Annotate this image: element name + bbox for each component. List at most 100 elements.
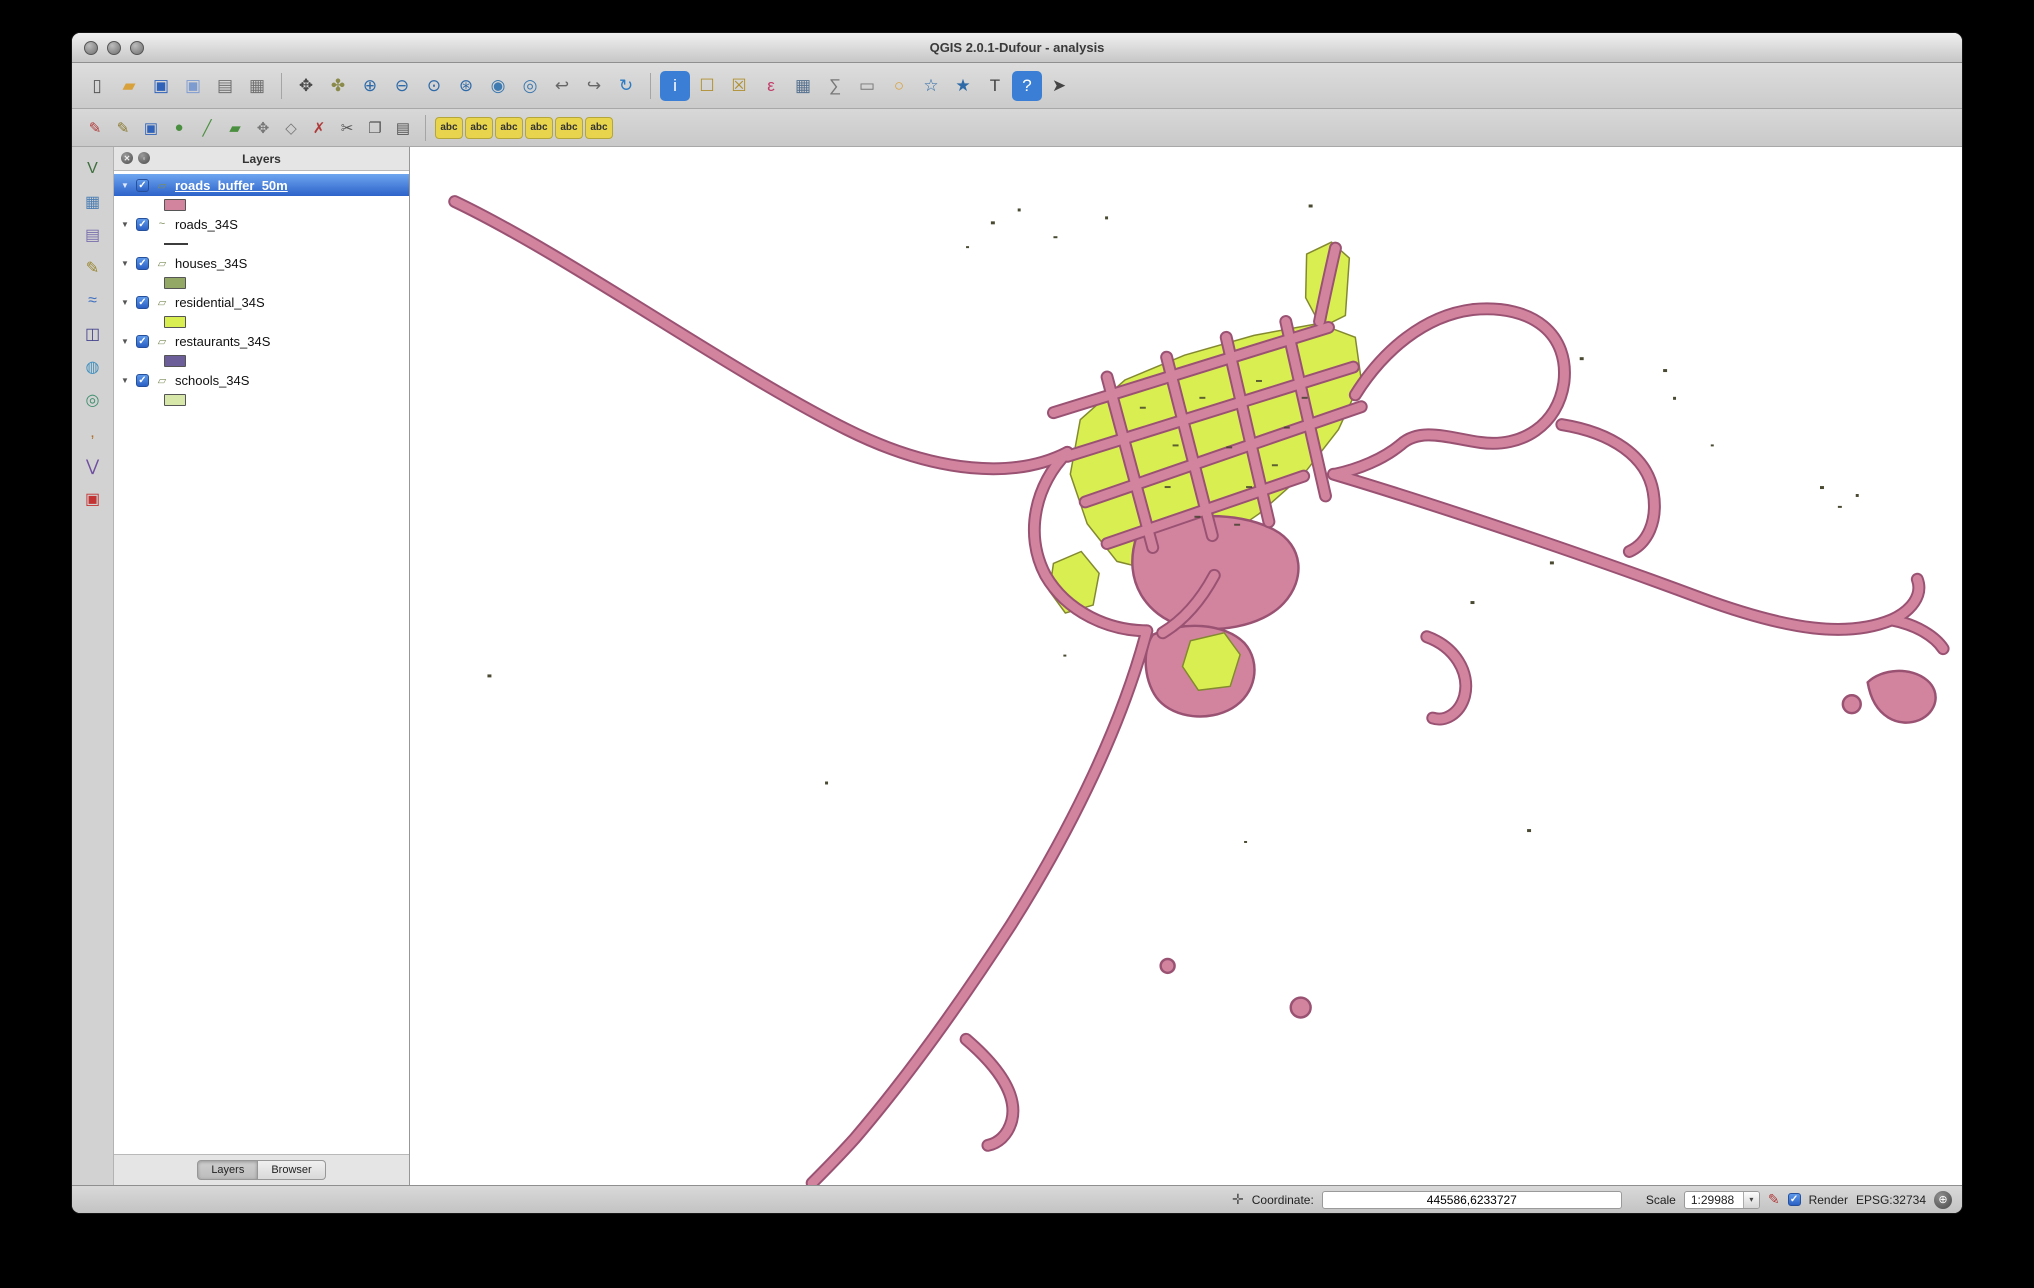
- coordinate-input[interactable]: [1321, 1190, 1622, 1209]
- layer-visibility-checkbox[interactable]: ✓: [136, 334, 149, 348]
- help-icon[interactable]: ?: [1012, 70, 1042, 101]
- add-spatialite-layer-icon[interactable]: ≈: [79, 287, 107, 315]
- symbol-swatch[interactable]: [164, 315, 186, 328]
- layer-row[interactable]: ▼ ✓ ▱ schools_34S: [114, 369, 409, 391]
- composer-manager-icon[interactable]: ▦: [242, 71, 272, 101]
- tab-browser[interactable]: Browser: [258, 1160, 326, 1180]
- add-postgis-layer-icon[interactable]: ◫: [79, 320, 107, 348]
- copy-features-icon[interactable]: ❐: [362, 115, 388, 141]
- select-features-icon[interactable]: ☐: [692, 71, 722, 101]
- layer-visibility-checkbox[interactable]: ✓: [136, 295, 149, 309]
- scale-edit-icon[interactable]: ✎: [1768, 1191, 1780, 1208]
- disclosure-triangle-icon[interactable]: ▼: [120, 337, 130, 346]
- disclosure-triangle-icon[interactable]: ▼: [120, 181, 130, 190]
- new-shapefile-layer-icon[interactable]: ✎: [79, 254, 107, 282]
- disclosure-triangle-icon[interactable]: ▼: [120, 376, 130, 385]
- layer-label[interactable]: roads_buffer_50m: [175, 178, 288, 193]
- toggle-editing-icon[interactable]: ✎: [110, 115, 136, 141]
- scale-combo[interactable]: 1:29988 ▾: [1683, 1190, 1760, 1209]
- zoom-full-icon[interactable]: ⊛: [451, 71, 481, 101]
- scale-value[interactable]: 1:29988: [1685, 1193, 1743, 1207]
- refresh-icon[interactable]: ↻: [611, 71, 641, 101]
- add-wcs-layer-icon[interactable]: ◎: [79, 386, 107, 414]
- delete-selected-icon[interactable]: ✗: [306, 115, 332, 141]
- show-bookmarks-icon[interactable]: ★: [948, 71, 978, 101]
- symbol-swatch[interactable]: [164, 198, 186, 211]
- deselect-features-icon[interactable]: ☒: [724, 71, 754, 101]
- symbol-swatch[interactable]: [164, 354, 186, 367]
- add-wfs-layer-icon[interactable]: ⋁: [79, 452, 107, 480]
- zoom-to-selection-icon[interactable]: ◉: [483, 71, 513, 101]
- current-edits-icon[interactable]: ✎: [82, 115, 108, 141]
- zoom-to-layer-icon[interactable]: ◎: [515, 71, 545, 101]
- layer-visibility-checkbox[interactable]: ✓: [136, 217, 149, 231]
- labeling-options-icon[interactable]: abc: [435, 116, 463, 139]
- open-attribute-table-icon[interactable]: ▦: [788, 71, 818, 101]
- add-wms-layer-icon[interactable]: ◍: [79, 353, 107, 381]
- save-project-as-icon[interactable]: ▣: [178, 71, 208, 101]
- disclosure-triangle-icon[interactable]: ▼: [120, 298, 130, 307]
- new-print-composer-icon[interactable]: ▤: [210, 71, 240, 101]
- zoom-window-icon[interactable]: [130, 41, 144, 55]
- layer-visibility-checkbox[interactable]: ✓: [136, 373, 149, 387]
- identify-features-icon[interactable]: i: [660, 70, 690, 101]
- zoom-in-icon[interactable]: ⊕: [355, 71, 385, 101]
- save-project-icon[interactable]: ▣: [146, 71, 176, 101]
- add-delimited-text-layer-icon[interactable]: ,: [79, 419, 107, 447]
- symbol-swatch[interactable]: [164, 276, 186, 289]
- render-checkbox[interactable]: ✓: [1787, 1193, 1801, 1206]
- symbol-swatch[interactable]: [164, 393, 186, 406]
- close-window-icon[interactable]: [84, 41, 98, 55]
- select-by-expression-icon[interactable]: ε: [756, 71, 786, 101]
- close-panel-icon[interactable]: ✕: [121, 152, 133, 164]
- title-bar[interactable]: QGIS 2.0.1-Dufour - analysis: [72, 33, 1962, 63]
- new-bookmark-icon[interactable]: ☆: [916, 71, 946, 101]
- minimize-window-icon[interactable]: [107, 41, 121, 55]
- open-project-icon[interactable]: ▰: [114, 71, 144, 101]
- save-layer-edits-icon[interactable]: ▣: [138, 115, 164, 141]
- disclosure-triangle-icon[interactable]: ▼: [120, 220, 130, 229]
- text-annotation-icon[interactable]: T: [980, 71, 1010, 101]
- field-calculator-icon[interactable]: ∑: [820, 71, 850, 101]
- label-rotation-icon[interactable]: abc: [585, 116, 613, 139]
- new-project-icon[interactable]: ▯: [82, 71, 112, 101]
- add-vector-layer-icon[interactable]: V: [79, 155, 107, 183]
- paste-features-icon[interactable]: ▤: [390, 115, 416, 141]
- symbol-swatch[interactable]: [164, 242, 188, 245]
- remove-layer-icon[interactable]: ▣: [79, 485, 107, 513]
- zoom-last-icon[interactable]: ↩: [547, 71, 577, 101]
- disclosure-triangle-icon[interactable]: ▼: [120, 259, 130, 268]
- node-tool-icon[interactable]: ◇: [278, 115, 304, 141]
- layer-visibility-checkbox[interactable]: ✓: [136, 178, 149, 192]
- crs-status-icon[interactable]: ⊕: [1934, 1190, 1952, 1209]
- map-tips-icon[interactable]: ○: [884, 71, 914, 101]
- layer-label[interactable]: roads_34S: [175, 217, 238, 232]
- zoom-out-icon[interactable]: ⊖: [387, 71, 417, 101]
- add-feature-point-icon[interactable]: ●: [166, 115, 192, 141]
- layer-row[interactable]: ▼ ✓ ▱ roads_buffer_50m: [114, 174, 409, 196]
- layer-label[interactable]: schools_34S: [175, 373, 249, 388]
- measure-icon[interactable]: ▭: [852, 71, 882, 101]
- pan-to-selection-icon[interactable]: ✤: [323, 71, 353, 101]
- layer-row[interactable]: ▼ ✓ ▱ houses_34S: [114, 252, 409, 274]
- add-raster-layer-icon[interactable]: ▦: [79, 188, 107, 216]
- layer-row[interactable]: ▼ ✓ ~ roads_34S: [114, 213, 409, 235]
- layer-visibility-checkbox[interactable]: ✓: [136, 256, 149, 270]
- pan-map-icon[interactable]: ✥: [291, 71, 321, 101]
- layer-label[interactable]: restaurants_34S: [175, 334, 270, 349]
- add-feature-line-icon[interactable]: ╱: [194, 115, 220, 141]
- label-position-icon[interactable]: abc: [555, 116, 583, 139]
- layer-label[interactable]: residential_34S: [175, 295, 265, 310]
- layer-row[interactable]: ▼ ✓ ▱ restaurants_34S: [114, 330, 409, 352]
- scale-dropdown-icon[interactable]: ▾: [1742, 1191, 1759, 1208]
- tab-layers[interactable]: Layers: [197, 1160, 259, 1180]
- add-feature-polygon-icon[interactable]: ▰: [222, 115, 248, 141]
- float-panel-icon[interactable]: ◦: [138, 152, 150, 164]
- map-canvas[interactable]: [410, 147, 1962, 1185]
- label-buffer-icon[interactable]: abc: [525, 116, 553, 139]
- layer-row[interactable]: ▼ ✓ ▱ residential_34S: [114, 291, 409, 313]
- add-database-layer-icon[interactable]: ▤: [79, 221, 107, 249]
- move-feature-icon[interactable]: ✥: [250, 115, 276, 141]
- layer-label[interactable]: houses_34S: [175, 256, 247, 271]
- label-text-icon[interactable]: abc: [465, 116, 493, 139]
